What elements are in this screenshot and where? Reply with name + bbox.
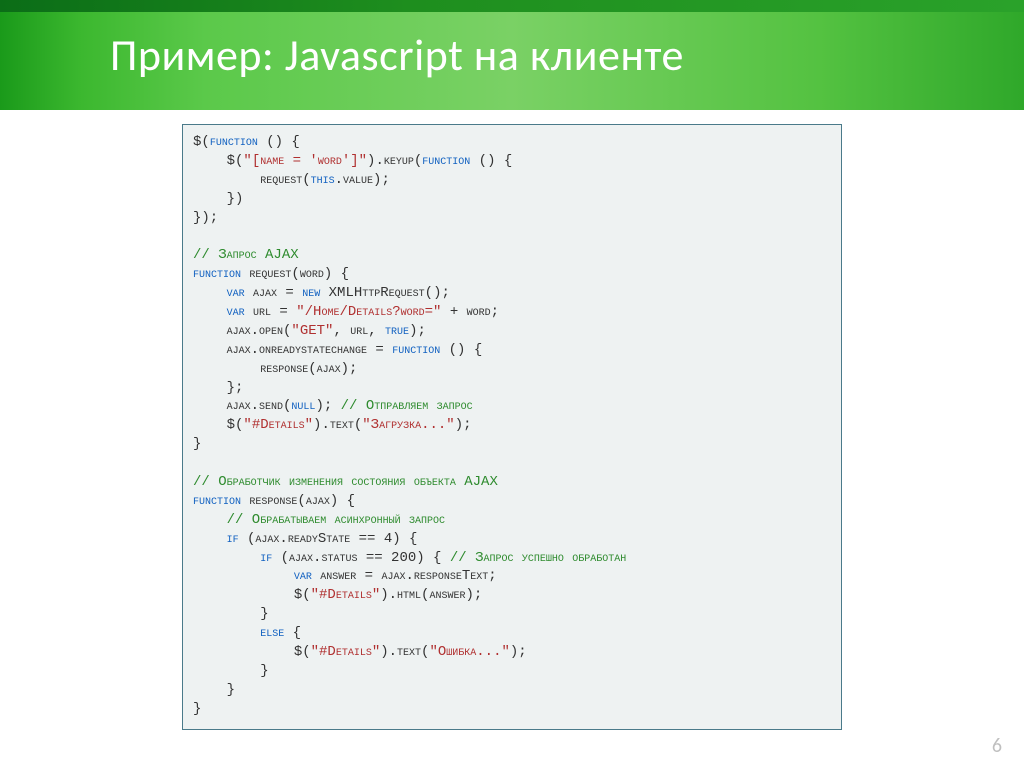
code-token: XMLHttpRequest(); (320, 285, 450, 301)
slide-title: Пример: Javascript на клиенте (110, 28, 684, 82)
code-token: function (210, 134, 258, 150)
code-token: ); (315, 398, 340, 414)
code-token: var (227, 285, 245, 301)
page-number: 6 (992, 734, 1002, 758)
code-token: // Запрос AJAX (193, 247, 299, 263)
code-token (193, 550, 260, 566)
code-token: } (193, 701, 201, 717)
code-token: $( (193, 644, 311, 660)
code-token: function (193, 493, 241, 509)
code-token: ).keyup( (367, 153, 422, 169)
code-token: if (260, 550, 272, 566)
code-token: }); (193, 210, 218, 226)
code-token: ajax.open( (193, 323, 291, 339)
code-token (193, 285, 227, 301)
code-token: () { (258, 134, 300, 150)
code-token: // Обрабатываем асинхронный запрос (193, 512, 445, 528)
code-token (193, 531, 227, 547)
code-token: $( (193, 134, 210, 150)
code-token: ); (455, 417, 472, 433)
code-token: var (227, 304, 245, 320)
code-token: answer = ajax.responseText; (312, 568, 497, 584)
code-block: $(function () { $("[name = 'word']").key… (182, 124, 842, 730)
code-token: response(ajax); (193, 361, 357, 377)
code-token: , url, (333, 323, 385, 339)
code-token: ).html(answer); (380, 587, 482, 603)
title-band: Пример: Javascript на клиенте (0, 0, 1024, 110)
code-token: ).text( (313, 417, 362, 433)
code-token: + word; (441, 304, 499, 320)
code-token: // Обработчик изменения состояния объект… (193, 474, 498, 490)
code-token: ); (409, 323, 426, 339)
code-token: // Отправляем запрос (341, 398, 473, 414)
code-token: this (311, 172, 335, 188)
code-token: null (291, 398, 315, 414)
code-token: request( (193, 172, 311, 188)
code-token (193, 625, 260, 641)
code-token: ajax = (245, 285, 303, 301)
code-token: true (385, 323, 409, 339)
code-token: $( (193, 587, 311, 603)
code-token: ).text( (380, 644, 429, 660)
code-token: url = (245, 304, 297, 320)
code-token: var (294, 568, 312, 584)
code-token: if (227, 531, 239, 547)
code-token: else (260, 625, 284, 641)
code-token: "/Home/Details?word=" (296, 304, 441, 320)
code-token: response(ajax) { (241, 493, 355, 509)
code-token: "GET" (291, 323, 333, 339)
code-token: // Запрос успешно обработан (450, 550, 626, 566)
code-token: ajax.send( (193, 398, 291, 414)
code-token (193, 568, 294, 584)
code-token: "Загрузка..." (362, 417, 454, 433)
code-token: } (193, 436, 201, 452)
code-token: }; (193, 380, 243, 396)
code-token: function (392, 342, 440, 358)
code-token: request(word) { (241, 266, 349, 282)
code-token: .value); (335, 172, 390, 188)
code-token: "#Details" (243, 417, 313, 433)
code-token: new (302, 285, 320, 301)
code-token: } (193, 682, 235, 698)
code-token: ajax.onreadystatechange = (193, 342, 392, 358)
code-token: function (422, 153, 470, 169)
code-token: "[name = 'word']" (243, 153, 367, 169)
code-token: } (193, 606, 269, 622)
code-token: () { (470, 153, 512, 169)
code-token: "#Details" (311, 587, 381, 603)
code-token: ); (510, 644, 527, 660)
code-token: "Ошибка..." (429, 644, 509, 660)
code-token: (ajax.readyState == 4) { (239, 531, 418, 547)
code-token: }) (193, 191, 243, 207)
code-token (193, 304, 227, 320)
code-token: $( (193, 153, 243, 169)
code-token: { (284, 625, 301, 641)
code-token: "#Details" (311, 644, 381, 660)
code-token: } (193, 663, 269, 679)
code-token: (ajax.status == 200) { (272, 550, 450, 566)
code-token: $( (193, 417, 243, 433)
code-token: function (193, 266, 241, 282)
code-token: () { (440, 342, 482, 358)
